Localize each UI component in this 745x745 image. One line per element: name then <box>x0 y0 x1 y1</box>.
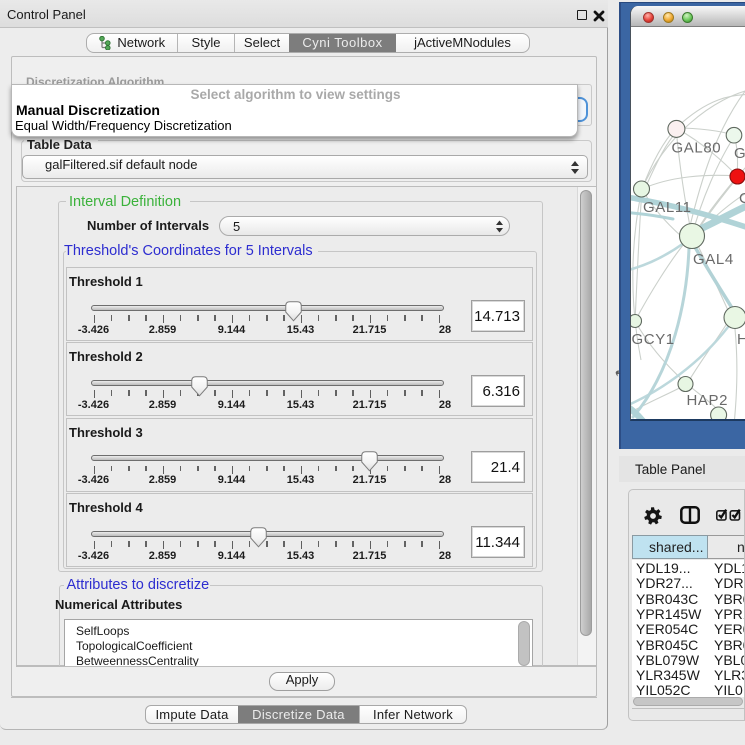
svg-text:GAL11: GAL11 <box>643 199 692 216</box>
svg-text:C: C <box>739 190 745 207</box>
svg-text:GAL4: GAL4 <box>693 251 734 268</box>
svg-text:HAP2: HAP2 <box>687 392 729 409</box>
svg-text:H: H <box>737 331 745 348</box>
svg-text:GAL80: GAL80 <box>672 140 722 157</box>
svg-text:G.: G. <box>734 145 745 162</box>
svg-text:GCY1: GCY1 <box>632 331 675 348</box>
